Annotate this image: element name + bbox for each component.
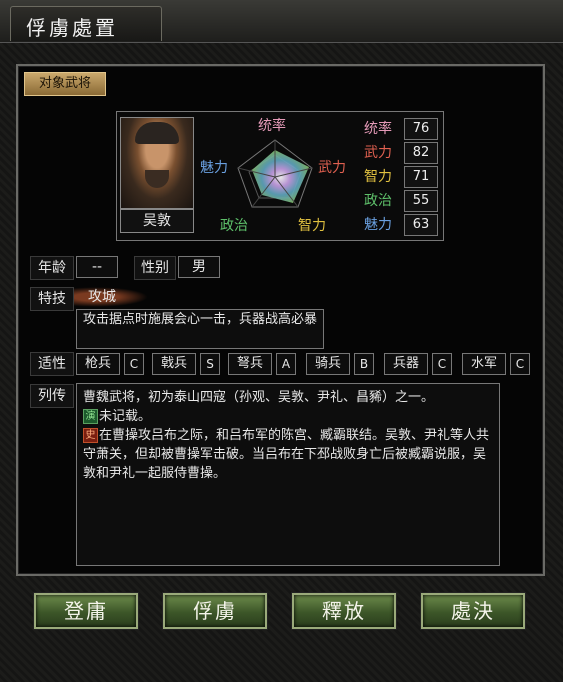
stat-name: 魅力 [364, 217, 392, 233]
radar-label-bottom-right: 智力 [298, 218, 326, 234]
recruit-button[interactable]: 登庸 [34, 593, 138, 629]
stat-radar: 统率 武力 智力 政治 魅力 [198, 115, 354, 235]
officer-portrait [120, 117, 194, 209]
bio-history-text: 在曹操攻吕布之际，和吕布军的陈宫、臧霸联结。吴敦、尹礼等人共守萧关，但却被曹操军… [83, 428, 490, 481]
stat-value: 63 [404, 214, 438, 236]
skill-name: 攻城 [74, 287, 148, 307]
aptitude-label: 适性 [30, 352, 74, 376]
dialog-window: 俘虜處置 对象武将 吴敦 统率 武力 智力 政治 魅力 统率 76 武力 82 … [0, 0, 563, 682]
biography-label: 列传 [30, 384, 74, 408]
stat-row-charisma: 魅力 63 [364, 214, 438, 236]
stat-row-politics: 政治 55 [364, 190, 438, 212]
stat-value: 71 [404, 166, 438, 188]
aptitude-grade: C [510, 353, 530, 375]
radar-label-top: 统率 [258, 118, 286, 134]
radar-label-bottom-left: 政治 [220, 218, 248, 234]
stat-row-intelligence: 智力 71 [364, 166, 438, 188]
history-badge-icon: 史 [83, 428, 98, 443]
release-button[interactable]: 釋放 [292, 593, 396, 629]
stat-name: 统率 [364, 121, 392, 137]
stat-value: 55 [404, 190, 438, 212]
aptitude-grade: C [124, 353, 144, 375]
aptitude-name: 水军 [462, 353, 506, 375]
bio-romance: 演未记载。 [83, 407, 493, 426]
bio-intro: 曹魏武将，初为泰山四寇（孙观、吴敦、尹礼、昌豨）之一。 [83, 390, 435, 405]
officer-name: 吴敦 [120, 209, 194, 233]
aptitude-grade: A [276, 353, 296, 375]
radar-label-left: 魅力 [200, 160, 228, 176]
bio-romance-text: 未记载。 [99, 409, 152, 424]
skill-label: 特技 [30, 287, 74, 311]
aptitude-name: 枪兵 [76, 353, 120, 375]
stat-name: 政治 [364, 193, 392, 209]
stat-value: 82 [404, 142, 438, 164]
aptitude-name: 弩兵 [228, 353, 272, 375]
portrait-beard [145, 170, 169, 188]
aptitude-grade: C [432, 353, 452, 375]
capture-button[interactable]: 俘虜 [163, 593, 267, 629]
section-tag: 对象武将 [24, 72, 106, 96]
skill-description: 攻击据点时施展会心一击，兵器战高必暴 [76, 309, 324, 349]
radar-label-right: 武力 [318, 160, 346, 176]
stat-value: 76 [404, 118, 438, 140]
execute-button[interactable]: 處決 [421, 593, 525, 629]
stat-row-war: 武力 82 [364, 142, 438, 164]
window-title: 俘虜處置 [26, 16, 118, 40]
gender-value: 男 [178, 256, 220, 278]
aptitude-name: 兵器 [384, 353, 428, 375]
biography-text: 曹魏武将，初为泰山四寇（孙观、吴敦、尹礼、昌豨）之一。 演未记载。 史在曹操攻吕… [76, 383, 500, 566]
stat-name: 智力 [364, 169, 392, 185]
aptitude-name: 骑兵 [306, 353, 350, 375]
romance-badge-icon: 演 [83, 409, 98, 424]
portrait-hair [135, 122, 179, 144]
aptitude-name: 戟兵 [152, 353, 196, 375]
stat-name: 武力 [364, 145, 392, 161]
bio-history: 史在曹操攻吕布之际，和吕布军的陈宫、臧霸联结。吴敦、尹礼等人共守萧关，但却被曹操… [83, 426, 493, 483]
age-value: -- [76, 256, 118, 278]
age-label: 年龄 [30, 256, 74, 280]
stat-row-leadership: 统率 76 [364, 118, 438, 140]
aptitude-grade: B [354, 353, 374, 375]
aptitude-grade: S [200, 353, 220, 375]
gender-label: 性别 [134, 256, 176, 280]
